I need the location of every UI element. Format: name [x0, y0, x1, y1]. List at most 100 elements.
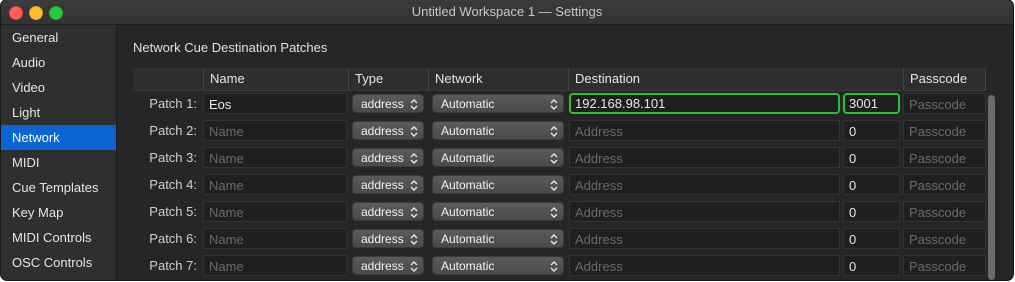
patch-type-value: address	[361, 97, 404, 111]
patch-label: Patch 5:	[149, 204, 197, 219]
patch-label: Patch 6:	[149, 231, 197, 246]
chevron-updown-icon	[409, 257, 419, 276]
title-bar: Untitled Workspace 1 — Settings	[1, 0, 1013, 25]
column-header-name[interactable]: Name	[203, 68, 348, 90]
patch-port-field[interactable]: 0	[843, 120, 900, 141]
patch-row: Patch 4: Name address Automatic Address 0 Pass…	[133, 173, 986, 200]
patch-passcode-field[interactable]: Passcode	[903, 255, 986, 276]
patch-passcode-field[interactable]: Passcode	[903, 174, 986, 195]
patch-network-select[interactable]: Automatic	[432, 229, 564, 248]
patch-type-value: address	[361, 151, 404, 165]
chevron-updown-icon	[549, 257, 559, 276]
chevron-updown-icon	[549, 95, 559, 114]
patch-type-select[interactable]: address	[352, 256, 424, 275]
chevron-updown-icon	[409, 203, 419, 222]
patch-network-value: Automatic	[441, 259, 495, 273]
patch-network-value: Automatic	[441, 151, 495, 165]
patch-address-field[interactable]: Address	[569, 201, 840, 222]
patch-row: Patch 5: Name address Automatic Address 0 Pass…	[133, 200, 986, 227]
vertical-scrollbar[interactable]	[986, 95, 998, 280]
column-header-passcode[interactable]: Passcode	[903, 68, 986, 90]
patch-label: Patch 4:	[149, 177, 197, 192]
patch-name-field[interactable]: Name	[203, 255, 347, 276]
patch-type-select[interactable]: address	[352, 148, 424, 167]
patch-name-field[interactable]: Eos	[203, 93, 347, 114]
patch-name-field[interactable]: Name	[203, 147, 347, 168]
chevron-updown-icon	[409, 149, 419, 168]
scrollbar-thumb[interactable]	[988, 95, 995, 280]
patch-type-value: address	[361, 259, 404, 273]
sidebar-item-general[interactable]: General	[1, 25, 116, 50]
patch-type-value: address	[361, 124, 404, 138]
patch-network-select[interactable]: Automatic	[432, 121, 564, 140]
patch-network-select[interactable]: Automatic	[432, 256, 564, 275]
sidebar-item-audio[interactable]: Audio	[1, 50, 116, 75]
patch-network-select[interactable]: Automatic	[432, 175, 564, 194]
chevron-updown-icon	[409, 230, 419, 249]
column-header-destination[interactable]: Destination	[568, 68, 903, 90]
sidebar-item-midi[interactable]: MIDI	[1, 150, 116, 175]
patch-name-field[interactable]: Name	[203, 174, 347, 195]
patch-network-value: Automatic	[441, 205, 495, 219]
sidebar-item-network[interactable]: Network	[1, 125, 116, 150]
patch-row: Patch 3: Name address Automatic Address 0 Pass…	[133, 146, 986, 173]
patch-network-select[interactable]: Automatic	[432, 202, 564, 221]
chevron-updown-icon	[409, 176, 419, 195]
column-header-network[interactable]: Network	[428, 68, 568, 90]
patch-passcode-field[interactable]: Passcode	[903, 201, 986, 222]
patch-port-field[interactable]: 0	[843, 201, 900, 222]
patch-type-select[interactable]: address	[352, 229, 424, 248]
patch-network-select[interactable]: Automatic	[432, 148, 564, 167]
patch-passcode-field[interactable]: Passcode	[903, 93, 986, 114]
patch-label: Patch 3:	[149, 150, 197, 165]
patch-type-value: address	[361, 232, 404, 246]
sidebar-item-cue-templates[interactable]: Cue Templates	[1, 175, 116, 200]
patch-address-field[interactable]: Address	[569, 174, 840, 195]
patch-name-field[interactable]: Name	[203, 228, 347, 249]
patch-address-field[interactable]: Address	[569, 228, 840, 249]
patch-passcode-field[interactable]: Passcode	[903, 120, 986, 141]
patch-network-value: Automatic	[441, 178, 495, 192]
patch-name-field[interactable]: Name	[203, 201, 347, 222]
patch-type-value: address	[361, 178, 404, 192]
sidebar-item-osc-controls[interactable]: OSC Controls	[1, 250, 116, 275]
patch-type-select[interactable]: address	[352, 202, 424, 221]
sidebar-item-light[interactable]: Light	[1, 100, 116, 125]
settings-window: Untitled Workspace 1 — Settings General A…	[1, 0, 1013, 280]
sidebar-item-video[interactable]: Video	[1, 75, 116, 100]
chevron-updown-icon	[549, 176, 559, 195]
patch-type-select[interactable]: address	[352, 121, 424, 140]
patch-network-value: Automatic	[441, 232, 495, 246]
patch-port-field[interactable]: 0	[843, 147, 900, 168]
patch-row: Patch 7: Name address Automatic Address 0 Pass…	[133, 254, 986, 280]
patch-row: Patch 1: Eos address Automatic 192.168.98.10…	[133, 92, 986, 119]
patch-address-field[interactable]: Address	[569, 255, 840, 276]
patch-passcode-field[interactable]: Passcode	[903, 228, 986, 249]
patch-address-field[interactable]: Address	[569, 147, 840, 168]
patch-address-field[interactable]: Address	[569, 120, 840, 141]
chevron-updown-icon	[409, 122, 419, 141]
sidebar-item-midi-controls[interactable]: MIDI Controls	[1, 225, 116, 250]
patch-passcode-field[interactable]: Passcode	[903, 147, 986, 168]
patch-name-field[interactable]: Name	[203, 120, 347, 141]
sidebar-item-key-map[interactable]: Key Map	[1, 200, 116, 225]
patch-type-select[interactable]: address	[352, 175, 424, 194]
settings-sidebar: General Audio Video Light Network MIDI Cue Tem…	[1, 25, 117, 280]
column-header-type[interactable]: Type	[348, 68, 428, 90]
chevron-updown-icon	[549, 122, 559, 141]
patch-label: Patch 2:	[149, 123, 197, 138]
patch-label: Patch 1:	[149, 96, 197, 111]
patch-network-select[interactable]: Automatic	[432, 94, 564, 113]
chevron-updown-icon	[549, 230, 559, 249]
chevron-updown-icon	[409, 95, 419, 114]
table-header: Name Type Network Destination Passcode	[133, 68, 986, 91]
patch-port-field[interactable]: 3001	[843, 93, 900, 114]
patch-port-field[interactable]: 0	[843, 255, 900, 276]
patch-row: Patch 2: Name address Automatic Address 0 Pass…	[133, 119, 986, 146]
patch-port-field[interactable]: 0	[843, 174, 900, 195]
patch-type-select[interactable]: address	[352, 94, 424, 113]
patch-address-field[interactable]: 192.168.98.101	[569, 93, 840, 114]
patch-row: Patch 6: Name address Automatic Address 0 Pass…	[133, 227, 986, 254]
patch-label: Patch 7:	[149, 258, 197, 273]
patch-port-field[interactable]: 0	[843, 228, 900, 249]
